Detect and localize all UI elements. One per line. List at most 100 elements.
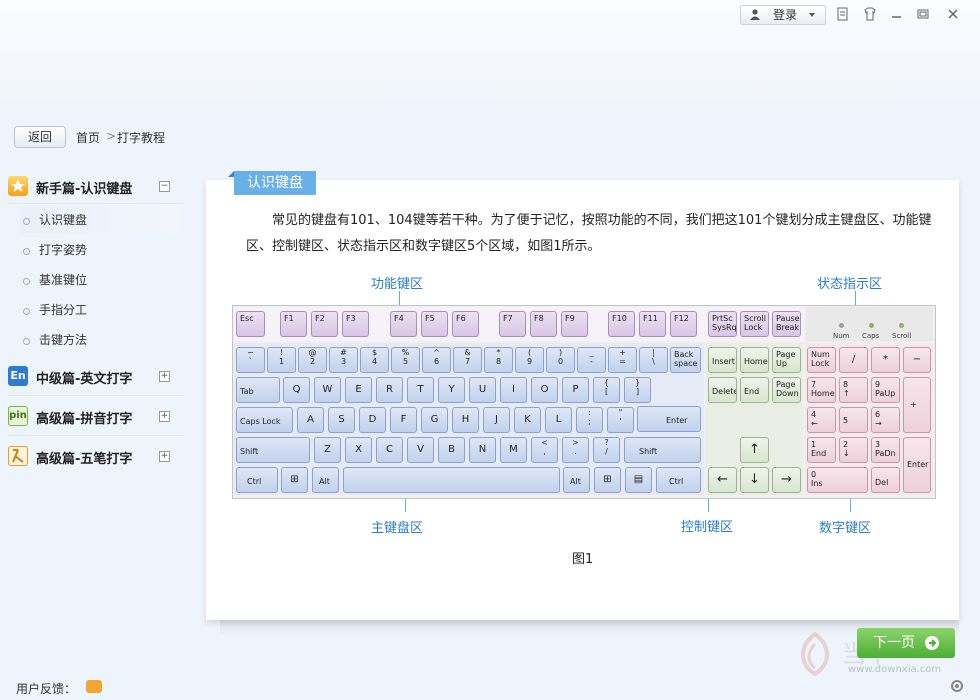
sidebar-item-finger-division[interactable]: 手指分工 [20, 297, 180, 323]
intro-paragraph: 常见的键盘有101、104键等若干种。为了便于记忆，按照功能的不同，我们把这10… [246, 208, 946, 260]
key-num-plus: + [903, 377, 931, 433]
sidebar-item-label: 认识键盘 [39, 213, 88, 227]
key-g: G [421, 407, 448, 433]
caps-led [869, 323, 874, 328]
sidebar-item-recognize-keyboard[interactable]: 认识键盘 [20, 207, 180, 233]
key-5: % 5 [391, 347, 420, 373]
sidebar-section-intermediate[interactable]: En 中级篇-英文打字 + [8, 361, 188, 391]
pointer-line [405, 498, 406, 512]
restore-icon[interactable] [913, 4, 933, 24]
document-icon[interactable] [832, 4, 852, 24]
breadcrumb-home[interactable]: 首页 [76, 129, 100, 146]
key-right-brace: }] [624, 377, 651, 403]
key-menu: ▤ [625, 467, 652, 493]
key-arrow-up: ↑ [740, 437, 769, 463]
key-f8: F8 [530, 311, 557, 337]
paragraph-text: 常见的键盘有101、104键等若干种。为了便于记忆，按照功能的不同，我们把这10… [246, 213, 932, 254]
key-delete: Delete [708, 377, 737, 403]
key-u: U [469, 377, 496, 403]
key-scroll-lock: Scroll Lock [740, 311, 769, 337]
key-num-divide: / [839, 347, 868, 373]
collapse-icon[interactable]: − [159, 181, 170, 192]
label-function-keys: 功能键区 [371, 277, 424, 292]
pointer-line [850, 498, 851, 512]
breadcrumb-separator: > [106, 129, 117, 143]
bullet-icon [23, 338, 30, 345]
chat-bubble-icon[interactable] [86, 680, 102, 693]
key-period: >. [562, 437, 589, 463]
sidebar-item-home-keys[interactable]: 基准键位 [20, 267, 180, 293]
back-button[interactable]: 返回 [14, 126, 66, 148]
label-status-indicators: 状态指示区 [817, 277, 883, 292]
key-num-minus: − [903, 347, 931, 373]
key-n: N [469, 437, 496, 463]
key-home: Home [740, 347, 769, 373]
star-icon [8, 176, 28, 196]
user-icon [750, 9, 760, 20]
key-o: O [531, 377, 558, 403]
gear-icon[interactable] [948, 677, 966, 695]
key-9: (9 [515, 347, 544, 373]
expand-icon[interactable]: + [159, 451, 170, 462]
key-pause: Pause Break [772, 311, 801, 337]
key-c: C [376, 437, 403, 463]
watermark-url: www.downxia.com [848, 664, 942, 675]
close-icon[interactable] [943, 4, 963, 24]
key-e: E [345, 377, 372, 403]
sidebar-item-label: 击键方法 [39, 333, 88, 347]
arrow-right-icon [925, 636, 939, 650]
expand-icon[interactable]: + [159, 371, 170, 382]
led-label: Scroll [892, 332, 912, 340]
led-label: Num [833, 332, 850, 340]
num-led [839, 323, 844, 328]
key-tab: Tab [236, 377, 280, 403]
next-page-label: 下一页 [873, 635, 915, 651]
minimize-icon[interactable] [887, 4, 907, 24]
key-f4: F4 [390, 311, 417, 337]
key-a: A [297, 407, 324, 433]
key-d: D [359, 407, 386, 433]
sidebar-item-label: 手指分工 [39, 303, 88, 317]
section-title: 高级篇-五笔打字 [36, 452, 133, 467]
key-f5: F5 [421, 311, 448, 337]
sidebar-section-pinyin[interactable]: pin 高级篇-拼音打字 + [8, 401, 188, 431]
key-0: ) 0 [546, 347, 575, 373]
pin-icon: pin [8, 406, 28, 426]
key-page-up: Page Up [772, 347, 801, 373]
expand-icon[interactable]: + [159, 411, 170, 422]
next-page-button[interactable]: 下一页 [857, 628, 955, 658]
bullet-icon [23, 308, 30, 315]
sidebar-section-beginner[interactable]: 新手篇-认识键盘 − [8, 171, 188, 201]
key-f1: F1 [280, 311, 307, 337]
bullet-icon [23, 248, 30, 255]
skin-icon[interactable] [860, 4, 880, 24]
chevron-down-icon [809, 13, 815, 17]
led-label: Caps [862, 332, 880, 340]
feedback-label: 用户反馈： [16, 682, 77, 696]
sidebar-item-posture[interactable]: 打字姿势 [20, 237, 180, 263]
label-control-keys: 控制键区 [681, 520, 734, 535]
key-num-8: 8 ↑ [839, 377, 868, 403]
section-title: 中级篇-英文打字 [36, 372, 133, 387]
login-button[interactable]: 登录 [740, 5, 826, 25]
watermark-logo [801, 632, 829, 676]
pointer-line [855, 291, 856, 305]
key-num-1: 1 End [807, 437, 836, 463]
key-f: F [390, 407, 417, 433]
key-f2: F2 [311, 311, 338, 337]
key-q: Q [283, 377, 310, 403]
key-semicolon: :; [576, 407, 603, 433]
key-l: L [545, 407, 572, 433]
key-w: W [314, 377, 341, 403]
sidebar: 新手篇-认识键盘 − 认识键盘 打字姿势 基准键位 手指分工 击键方法 En 中… [0, 168, 190, 668]
breadcrumb-current: 打字教程 [117, 131, 166, 145]
sidebar-section-wubi[interactable]: 高级篇-五笔打字 + [8, 441, 188, 471]
key-equals: + = [608, 347, 637, 373]
label-numpad-keys: 数字键区 [819, 521, 872, 536]
key-4: $4 [360, 347, 389, 373]
section-tag: 认识键盘 [228, 171, 316, 195]
key-i: I [500, 377, 527, 403]
key-3: #3 [329, 347, 358, 373]
pointer-line [399, 291, 400, 305]
sidebar-item-keystroke[interactable]: 击键方法 [20, 327, 180, 353]
